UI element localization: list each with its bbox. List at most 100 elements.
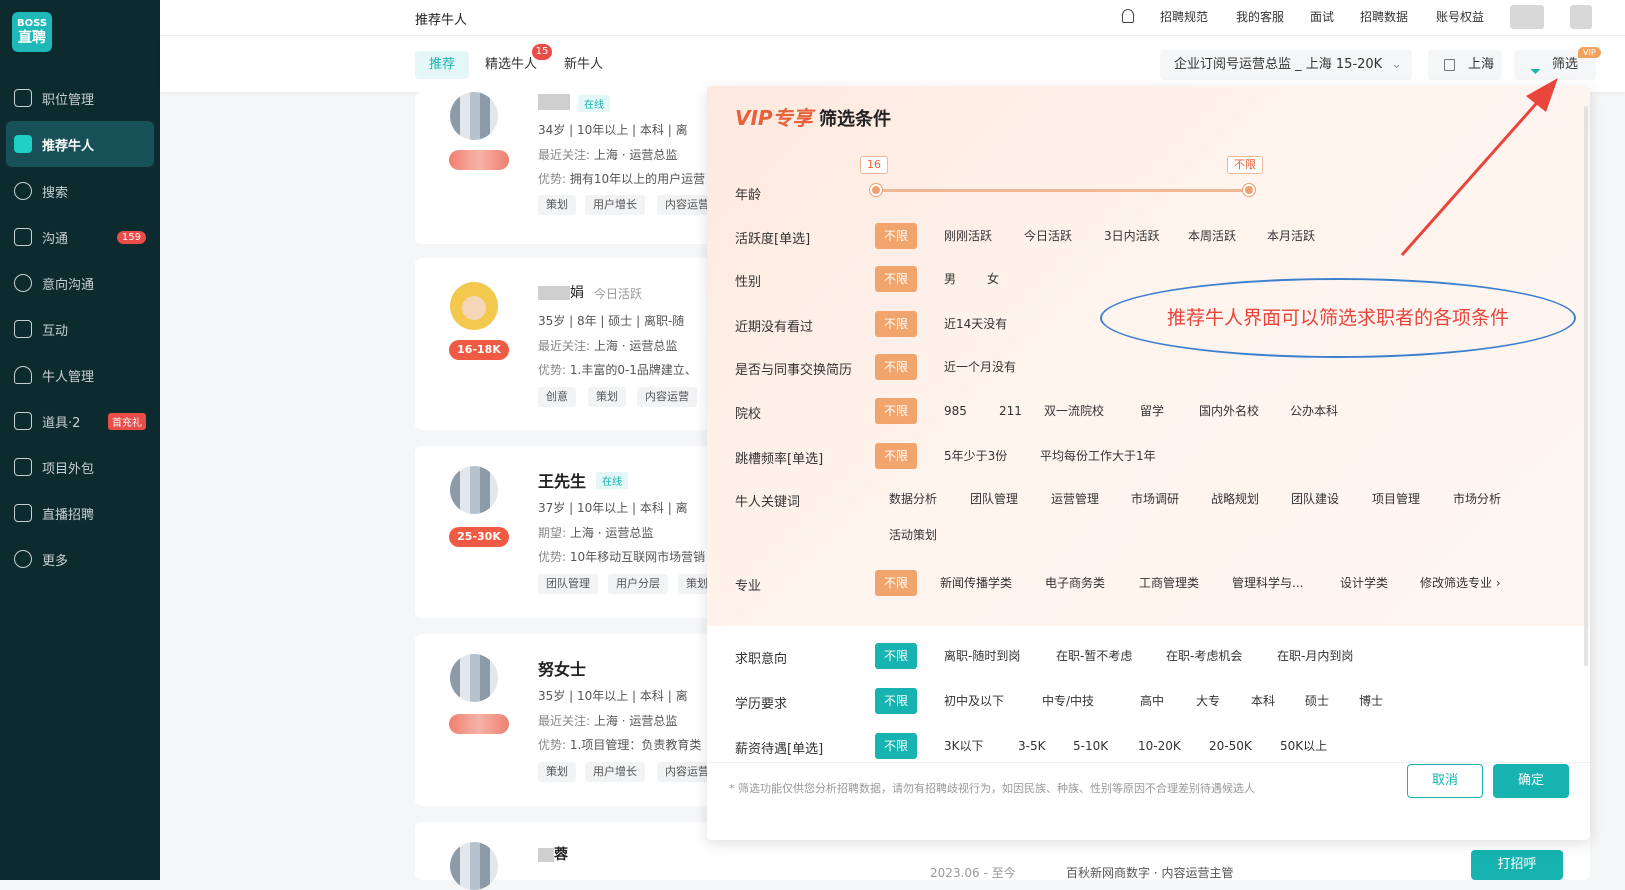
- age-max-handle[interactable]: [1243, 184, 1255, 196]
- job-intent-option[interactable]: 在职-考虑机会: [1166, 643, 1242, 669]
- not-viewed-option[interactable]: 近14天没有: [944, 311, 1007, 337]
- activity-option[interactable]: 刚刚活跃: [944, 223, 992, 249]
- major-option-unlimited[interactable]: 不限: [875, 570, 918, 596]
- avatar: [450, 92, 498, 140]
- keyword-option[interactable]: 数据分析: [889, 486, 937, 512]
- salary-option[interactable]: 20-50K: [1209, 733, 1252, 759]
- salary-option[interactable]: 10-20K: [1138, 733, 1181, 759]
- edit-major-link[interactable]: 修改筛选专业 ›: [1420, 570, 1501, 596]
- menu-interview[interactable]: 面试: [1310, 8, 1334, 25]
- salary-option[interactable]: 5-10K: [1073, 733, 1108, 759]
- menu-hiring-data[interactable]: 招聘数据: [1360, 8, 1408, 25]
- keyword-option[interactable]: 团队管理: [970, 486, 1018, 512]
- school-option[interactable]: 留学: [1140, 398, 1164, 424]
- scrollbar[interactable]: [1584, 106, 1588, 666]
- major-option[interactable]: 工商管理类: [1139, 570, 1199, 596]
- school-option[interactable]: 985: [944, 398, 967, 424]
- candidate-advantage: 优势: 10年移动互联网市场营销: [538, 550, 706, 564]
- age-slider-track[interactable]: [875, 189, 1247, 192]
- avatar[interactable]: [1570, 5, 1592, 29]
- job-intent-option[interactable]: 在职-月内到岗: [1277, 643, 1353, 669]
- school-option[interactable]: 211: [999, 398, 1022, 424]
- age-min-handle[interactable]: [870, 184, 882, 196]
- tab-recommend[interactable]: 推荐: [415, 51, 470, 79]
- keyword-option[interactable]: 团队建设: [1291, 486, 1339, 512]
- job-hopping-option[interactable]: 5年少于3份: [944, 443, 1007, 469]
- not-viewed-option-unlimited[interactable]: 不限: [875, 311, 918, 337]
- bell-icon[interactable]: [1122, 9, 1134, 23]
- sidebar-item-more[interactable]: 更多: [0, 536, 160, 582]
- salary-option-unlimited[interactable]: 不限: [875, 733, 918, 759]
- colleague-exchange-option-unlimited[interactable]: 不限: [875, 354, 918, 380]
- sidebar-item-intent-chat[interactable]: 意向沟通: [0, 260, 160, 306]
- salary-option[interactable]: 50K以上: [1280, 733, 1327, 759]
- school-option[interactable]: 公办本科: [1290, 398, 1338, 424]
- education-option-unlimited[interactable]: 不限: [875, 688, 918, 714]
- job-intent-option-unlimited[interactable]: 不限: [875, 643, 918, 669]
- salary-option[interactable]: 3-5K: [1018, 733, 1045, 759]
- salary-option[interactable]: 3K以下: [944, 733, 984, 759]
- major-option[interactable]: 新闻传播学类: [940, 570, 1012, 596]
- sidebar-item-recommended[interactable]: 推荐牛人: [6, 121, 154, 167]
- job-hopping-option[interactable]: 平均每份工作大于1年: [1040, 443, 1156, 469]
- job-select[interactable]: 企业订阅号运营总监 _ 上海 15-20K ⌄: [1160, 50, 1412, 80]
- activity-option[interactable]: 今日活跃: [1024, 223, 1072, 249]
- activity-option[interactable]: 本月活跃: [1267, 223, 1315, 249]
- activity-option-unlimited[interactable]: 不限: [875, 223, 918, 249]
- menu-account-benefits[interactable]: 账号权益: [1436, 8, 1484, 25]
- gender-option-unlimited[interactable]: 不限: [875, 266, 918, 292]
- education-option[interactable]: 初中及以下: [944, 688, 1004, 714]
- keyword-option[interactable]: 市场分析: [1453, 486, 1501, 512]
- education-option[interactable]: 大专: [1196, 688, 1220, 714]
- company-logo[interactable]: [1510, 5, 1544, 29]
- sidebar-item-talent-management[interactable]: 牛人管理: [0, 352, 160, 398]
- school-option[interactable]: 国内外名校: [1199, 398, 1259, 424]
- cancel-button[interactable]: 取消: [1407, 764, 1483, 798]
- keyword-option[interactable]: 市场调研: [1131, 486, 1179, 512]
- major-label: 专业: [735, 579, 762, 594]
- education-option[interactable]: 中专/中技: [1042, 688, 1094, 714]
- sidebar-item-job-management[interactable]: 职位管理: [0, 75, 160, 121]
- boss-logo[interactable]: BOSS 直聘: [12, 12, 52, 52]
- sidebar-item-live[interactable]: 直播招聘: [0, 490, 160, 536]
- job-hopping-option-unlimited[interactable]: 不限: [875, 443, 918, 469]
- sidebar-item-outsourcing[interactable]: 项目外包: [0, 444, 160, 490]
- gender-option-female[interactable]: 女: [987, 266, 999, 292]
- candidate-name: 娟: [538, 282, 584, 302]
- sidebar-item-tools[interactable]: 道具·2 首充礼: [0, 398, 160, 444]
- sidebar-item-interaction[interactable]: 互动: [0, 306, 160, 352]
- major-option[interactable]: 电子商务类: [1045, 570, 1105, 596]
- education-option[interactable]: 博士: [1359, 688, 1383, 714]
- keyword-option[interactable]: 战略规划: [1211, 486, 1259, 512]
- confirm-button[interactable]: 确定: [1493, 764, 1569, 798]
- tab-new-talent[interactable]: 新牛人: [564, 51, 603, 79]
- school-option[interactable]: 双一流院校: [1044, 398, 1104, 424]
- colleague-exchange-label: 是否与同事交换简历: [735, 363, 853, 378]
- job-intent-option[interactable]: 在职-暂不考虑: [1056, 643, 1132, 669]
- menu-hiring-rules[interactable]: 招聘规范: [1160, 8, 1208, 25]
- sidebar-item-chat[interactable]: 沟通 159: [0, 214, 160, 260]
- menu-customer-service[interactable]: 我的客服: [1236, 8, 1284, 25]
- keyword-option[interactable]: 活动策划: [889, 522, 937, 548]
- activity-option[interactable]: 本周活跃: [1188, 223, 1236, 249]
- job-intent-option[interactable]: 离职-随时到岗: [944, 643, 1020, 669]
- keyword-option[interactable]: 运营管理: [1051, 486, 1099, 512]
- school-option-unlimited[interactable]: 不限: [875, 398, 918, 424]
- age-label: 年龄: [735, 188, 762, 203]
- colleague-exchange-option[interactable]: 近一个月没有: [944, 354, 1016, 380]
- sidebar-item-search[interactable]: 搜索: [0, 168, 160, 214]
- education-option[interactable]: 高中: [1140, 688, 1164, 714]
- document-icon: [14, 458, 32, 476]
- gender-option-male[interactable]: 男: [944, 266, 956, 292]
- tab-selected-talent[interactable]: 精选牛人: [485, 51, 537, 79]
- major-option[interactable]: 管理科学与...: [1232, 570, 1303, 596]
- greet-button[interactable]: 打招呼: [1471, 850, 1563, 880]
- education-option[interactable]: 硕士: [1305, 688, 1329, 714]
- job-hopping-label: 跳槽频率[单选]: [735, 452, 824, 467]
- major-option[interactable]: 设计学类: [1340, 570, 1388, 596]
- activity-option[interactable]: 3日内活跃: [1104, 223, 1160, 249]
- education-option[interactable]: 本科: [1251, 688, 1275, 714]
- anti-discrimination-note: * 筛选功能仅供您分析招聘数据，请勿有招聘歧视行为，如因民族、种族、性别等原因不…: [729, 782, 1255, 795]
- keyword-option[interactable]: 项目管理: [1372, 486, 1420, 512]
- annotation-text: 推荐牛人界面可以筛选求职者的各项条件: [1166, 307, 1509, 329]
